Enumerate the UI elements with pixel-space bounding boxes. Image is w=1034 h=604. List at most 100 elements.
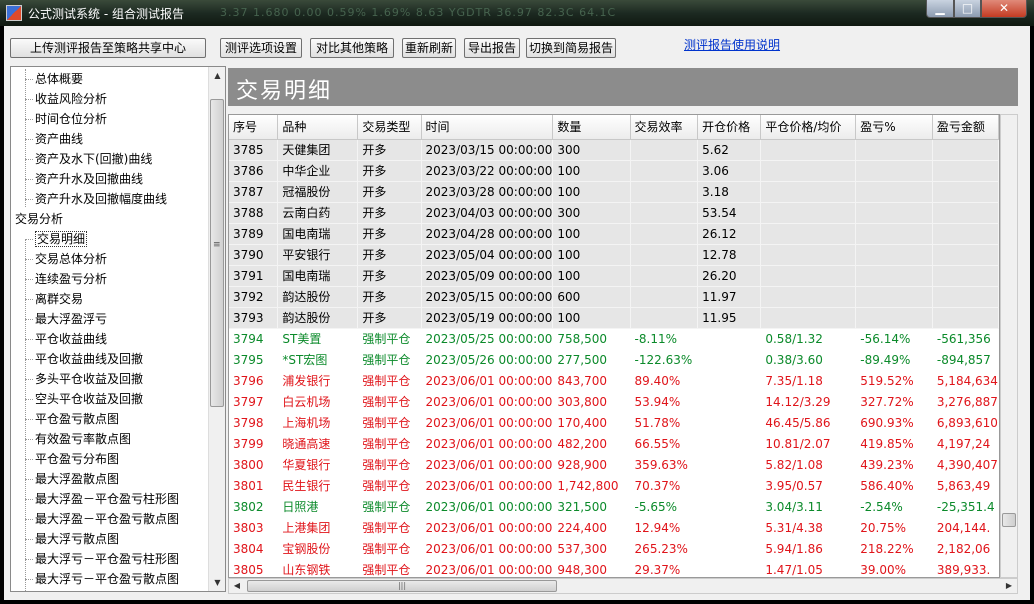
table-row[interactable]: 3794 ST美置 强制平仓 2023/05/25 00:00:00 758,500 -8… — [229, 328, 999, 350]
tree-item[interactable]: 平仓盈亏散点图 — [11, 409, 207, 429]
column-header[interactable]: 序号 — [229, 115, 279, 140]
table-row[interactable]: 3790 平安银行 开多 2023/05/04 00:00:00 100 12.78 — [229, 244, 999, 266]
table-row[interactable]: 3793 韵达股份 开多 2023/05/19 00:00:00 100 11.95 — [229, 307, 999, 329]
tree-item[interactable]: 离群交易 — [11, 289, 207, 309]
table-cell — [697, 454, 762, 476]
column-header[interactable]: 平仓价格/均价 — [760, 115, 857, 140]
table-row[interactable]: 3792 韵达股份 开多 2023/05/15 00:00:00 600 11.97 — [229, 286, 999, 308]
table-cell: 2,182,06 — [932, 538, 999, 560]
table-row[interactable]: 3785 天健集团 开多 2023/03/15 00:00:00 300 5.62 — [229, 139, 999, 161]
column-header[interactable]: 交易效率 — [630, 115, 699, 140]
table-cell — [855, 202, 933, 224]
table-cell — [697, 412, 762, 434]
tree-item[interactable]: 交易总体分析 — [11, 249, 207, 269]
tree-item-label: 资产升水及回撤曲线 — [35, 172, 144, 186]
tree-item[interactable]: 收益风险分析 — [11, 89, 207, 109]
table-cell: 5.94/1.86 — [760, 538, 857, 560]
tree-item-label: 平仓盈亏散点图 — [35, 412, 120, 426]
tree-item[interactable]: 平仓收益曲线及回撤 — [11, 349, 207, 369]
simple-report-button[interactable]: 切换到简易报告 — [526, 38, 616, 58]
table-row[interactable]: 3797 白云机场 强制平仓 2023/06/01 00:00:00 303,800 53… — [229, 391, 999, 413]
table-scroll-thumb[interactable] — [1002, 513, 1016, 527]
table-row[interactable]: 3789 国电南瑞 开多 2023/04/28 00:00:00 100 26.12 — [229, 223, 999, 245]
table-cell: 53.54 — [697, 202, 762, 224]
table-row[interactable]: 3802 日照港 强制平仓 2023/06/01 00:00:00 321,500 -5.… — [229, 496, 999, 518]
tree-item[interactable]: 资产曲线 — [11, 129, 207, 149]
hscroll-thumb[interactable]: ||| — [247, 580, 557, 592]
options-button[interactable]: 测评选项设置 — [220, 38, 302, 58]
tree-scrollbar[interactable]: ▲ ≡ ▼ — [208, 67, 225, 591]
table-row[interactable]: 3791 国电南瑞 开多 2023/05/09 00:00:00 100 26.20 — [229, 265, 999, 287]
table-row[interactable]: 3800 华夏银行 强制平仓 2023/06/01 00:00:00 928,900 35… — [229, 454, 999, 476]
help-link[interactable]: 测评报告使用说明 — [684, 36, 780, 53]
compare-button[interactable]: 对比其他策略 — [310, 38, 394, 58]
table-row[interactable]: 3786 中华企业 开多 2023/03/22 00:00:00 100 3.06 — [229, 160, 999, 182]
table-row[interactable]: 3805 山东钢铁 强制平仓 2023/06/01 00:00:00 948,300 29… — [229, 559, 999, 577]
table-row[interactable]: 3801 民生银行 强制平仓 2023/06/01 00:00:00 1,742,800… — [229, 475, 999, 497]
table-cell: 2023/03/22 00:00:00 — [421, 160, 554, 182]
table-cell: 强制平仓 — [357, 496, 422, 518]
table-cell: 0.38/3.60 — [760, 349, 857, 371]
tree-item[interactable]: 最大浮盈散点图 — [11, 469, 207, 489]
column-header[interactable]: 时间 — [421, 115, 554, 140]
tree-item[interactable]: 最大浮盈浮亏 — [11, 309, 207, 329]
column-header[interactable]: 盈亏% — [855, 115, 933, 140]
table-cell: 2023/03/28 00:00:00 — [421, 181, 554, 203]
tree-item[interactable]: 最大浮亏散点图 — [11, 529, 207, 549]
table-row[interactable]: 3795 *ST宏图 强制平仓 2023/05/26 00:00:00 277,500-… — [229, 349, 999, 371]
table-cell — [760, 307, 857, 329]
scroll-down-icon[interactable]: ▼ — [209, 574, 225, 591]
table-cell: 3797 — [229, 391, 279, 413]
export-button[interactable]: 导出报告 — [464, 38, 520, 58]
table-cell: 600 — [552, 286, 631, 308]
column-header[interactable]: 数量 — [552, 115, 631, 140]
table-row[interactable]: 3803 上港集团 强制平仓 2023/06/01 00:00:00 224,400 12… — [229, 517, 999, 539]
table-cell — [932, 139, 999, 161]
table-row[interactable]: 3796 浦发银行 强制平仓 2023/06/01 00:00:00 843,700 89… — [229, 370, 999, 392]
tree-item[interactable]: 总体概要 — [11, 69, 207, 89]
tree-item[interactable]: 最大浮亏－平仓盈亏柱形图 — [11, 549, 207, 569]
table-hscrollbar[interactable]: ◀ ||| ▶ — [228, 578, 1018, 594]
tree-item[interactable]: 资产及水下(回撤)曲线 — [11, 149, 207, 169]
tree-item[interactable]: 最大浮亏－平仓盈亏散点图 — [11, 569, 207, 589]
scroll-thumb[interactable]: ≡ — [210, 99, 224, 407]
tree-item[interactable]: 平仓盈亏分布图 — [11, 449, 207, 469]
table-row[interactable]: 3799 晓通高速 强制平仓 2023/06/01 00:00:00 482,200 66… — [229, 433, 999, 455]
tree-item[interactable]: 空头平仓收益及回撤 — [11, 389, 207, 409]
table-row[interactable]: 3788 云南白药 开多 2023/04/03 00:00:00 300 53.54 — [229, 202, 999, 224]
column-header[interactable]: 品种 — [277, 115, 359, 140]
tree-item[interactable]: 连续盈亏分析 — [11, 269, 207, 289]
table-scrollbar[interactable] — [1000, 114, 1018, 578]
column-header[interactable]: 交易类型 — [357, 115, 422, 140]
scroll-left-icon[interactable]: ◀ — [229, 579, 245, 593]
tree-item[interactable]: 有效盈亏率散点图 — [11, 429, 207, 449]
tree-item[interactable]: 最大浮盈－平仓盈亏柱形图 — [11, 489, 207, 509]
close-button[interactable]: ✕ — [981, 0, 1027, 18]
tree-item[interactable]: 时间仓位分析 — [11, 109, 207, 129]
table-row[interactable]: 3787 冠福股份 开多 2023/03/28 00:00:00 100 3.18 — [229, 181, 999, 203]
tree-item[interactable]: 多头平仓收益及回撤 — [11, 369, 207, 389]
upload-report-button[interactable]: 上传测评报告至策略共享中心 — [10, 38, 206, 58]
minimize-button[interactable]: ▁ — [926, 0, 954, 18]
table-cell — [932, 286, 999, 308]
tree-item[interactable]: 交易明细 — [11, 229, 207, 249]
table-row[interactable]: 3798 上海机场 强制平仓 2023/06/01 00:00:00 170,400 51… — [229, 412, 999, 434]
tree-item[interactable]: 最大浮盈－平仓盈亏散点图 — [11, 509, 207, 529]
table-cell: 2023/05/04 00:00:00 — [421, 244, 554, 266]
tree-item[interactable]: 平仓收益曲线 — [11, 329, 207, 349]
column-header[interactable]: 盈亏金额 — [932, 115, 999, 140]
refresh-button[interactable]: 重新刷新 — [402, 38, 456, 58]
tree-item[interactable]: 交易分析 — [11, 209, 207, 229]
table-cell: 100 — [552, 265, 631, 287]
tree-item[interactable]: 资产升水及回撤曲线 — [11, 169, 207, 189]
column-header[interactable]: 开仓价格 — [697, 115, 762, 140]
tree-item[interactable]: 资产升水及回撤幅度曲线 — [11, 189, 207, 209]
tree-item-label: 资产及水下(回撤)曲线 — [35, 152, 153, 166]
maximize-button[interactable]: □ — [954, 0, 981, 18]
table-row[interactable]: 3804 宝钢股份 强制平仓 2023/06/01 00:00:00 537,300 26… — [229, 538, 999, 560]
table-cell — [630, 160, 699, 182]
scroll-right-icon[interactable]: ▶ — [1001, 579, 1017, 593]
scroll-up-icon[interactable]: ▲ — [209, 67, 225, 84]
table-cell: 强制平仓 — [357, 454, 422, 476]
table-cell: 民生银行 — [277, 475, 359, 497]
